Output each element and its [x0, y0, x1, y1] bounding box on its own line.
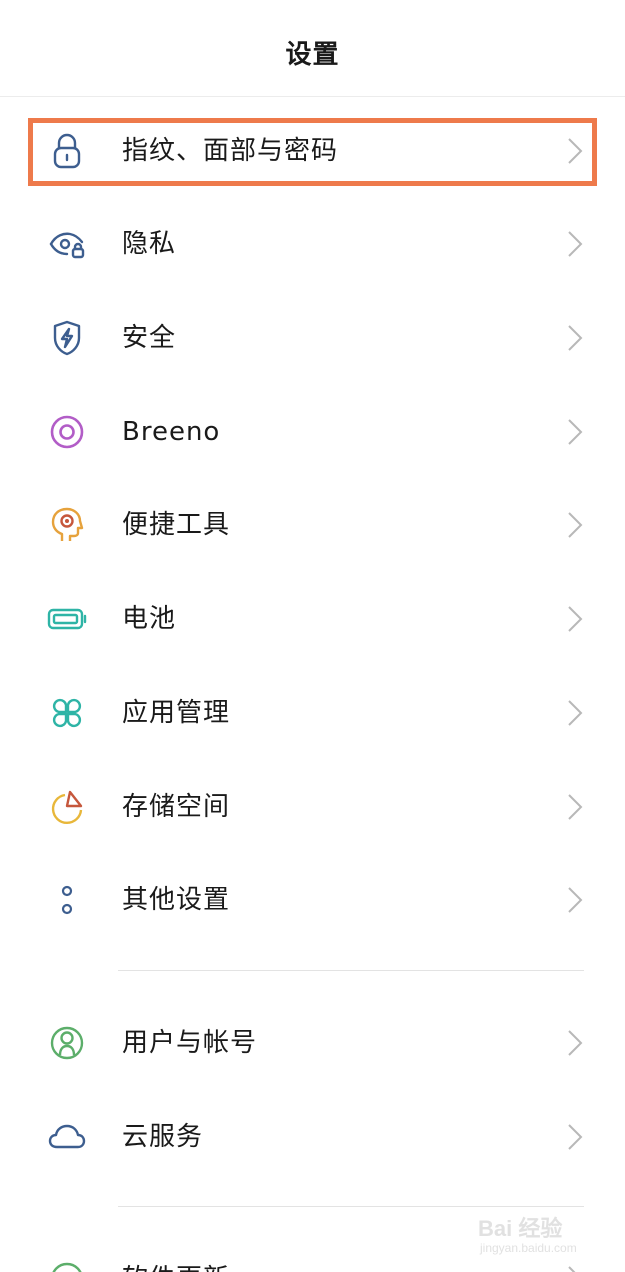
settings-item-storage[interactable]: 存储空间: [0, 760, 625, 854]
page-title: 设置: [285, 40, 340, 70]
settings-item-label: 其他设置: [122, 885, 231, 915]
shield-icon: [46, 317, 88, 359]
chevron-right-icon: [566, 510, 584, 540]
chevron-right-icon: [566, 792, 584, 822]
settings-item-label: 电池: [122, 604, 177, 634]
update-icon: [46, 1258, 88, 1272]
settings-item-other-settings[interactable]: 其他设置: [0, 853, 625, 947]
watermark-sub-text: jingyan.baidu.com: [480, 1241, 577, 1255]
cloud-icon: [46, 1116, 88, 1158]
settings-item-battery[interactable]: 电池: [0, 572, 625, 666]
section-divider: [118, 970, 584, 971]
settings-item-label: 软件更新: [122, 1263, 230, 1272]
baidu-jingyan-watermark: Bai 经验 jingyan.baidu.com: [478, 1205, 618, 1265]
watermark-main-text: Bai 经验: [478, 1216, 563, 1241]
privacy-eye-icon: [46, 223, 88, 265]
settings-item-label: 云服务: [122, 1122, 204, 1152]
head-tools-icon: [46, 504, 88, 546]
chevron-right-icon: [566, 1122, 584, 1152]
breeno-icon: [46, 411, 88, 453]
user-icon: [46, 1022, 88, 1064]
settings-item-label: 安全: [122, 323, 177, 353]
settings-item-breeno[interactable]: Breeno: [0, 385, 625, 479]
battery-icon: [46, 598, 88, 640]
chevron-right-icon: [566, 698, 584, 728]
settings-item-label: 隐私: [122, 229, 177, 259]
app-grid-icon: [46, 692, 88, 734]
title-bar: 设置: [0, 0, 625, 97]
highlight-box: [28, 118, 597, 186]
settings-item-label: 存储空间: [122, 792, 231, 822]
storage-pie-icon: [46, 786, 88, 828]
settings-item-convenience-tools[interactable]: 便捷工具: [0, 478, 625, 572]
chevron-right-icon: [566, 1264, 584, 1272]
chevron-right-icon: [566, 323, 584, 353]
chevron-right-icon: [566, 1028, 584, 1058]
settings-item-app-management[interactable]: 应用管理: [0, 666, 625, 760]
settings-item-label: 便捷工具: [122, 510, 231, 540]
settings-item-label: 应用管理: [122, 698, 231, 728]
more-dots-icon: [46, 879, 88, 921]
chevron-right-icon: [566, 604, 584, 634]
chevron-right-icon: [566, 417, 584, 447]
chevron-right-icon: [566, 229, 584, 259]
settings-item-label: Breeno: [122, 417, 221, 447]
settings-item-cloud-services[interactable]: 云服务: [0, 1090, 625, 1184]
settings-item-users-accounts[interactable]: 用户与帐号: [0, 996, 625, 1090]
settings-item-security[interactable]: 安全: [0, 291, 625, 385]
settings-item-label: 用户与帐号: [122, 1028, 258, 1058]
settings-item-privacy[interactable]: 隐私: [0, 197, 625, 291]
chevron-right-icon: [566, 885, 584, 915]
